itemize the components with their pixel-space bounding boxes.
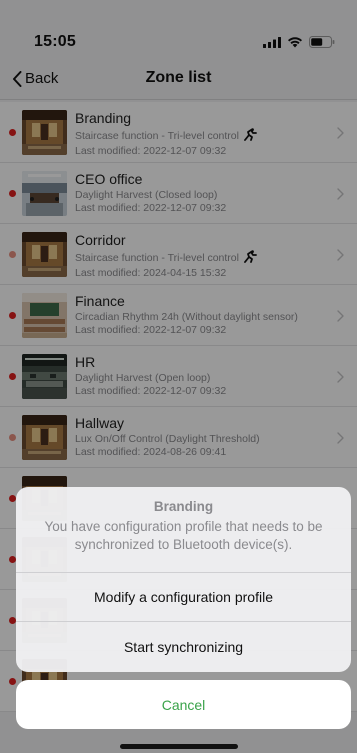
action-sheet: Branding You have configuration profile …: [16, 487, 351, 672]
home-indicator: [120, 744, 238, 749]
modify-profile-button[interactable]: Modify a configuration profile: [16, 573, 351, 622]
action-sheet-title: Branding: [153, 499, 214, 514]
cancel-button[interactable]: Cancel: [16, 680, 351, 729]
action-sheet-message: You have configuration profile that need…: [44, 519, 323, 552]
start-synchronizing-button[interactable]: Start synchronizing: [16, 622, 351, 671]
action-sheet-header: Branding You have configuration profile …: [16, 487, 351, 573]
app-screen: 15:05 Back Zone list Branding Staircase …: [0, 0, 357, 753]
